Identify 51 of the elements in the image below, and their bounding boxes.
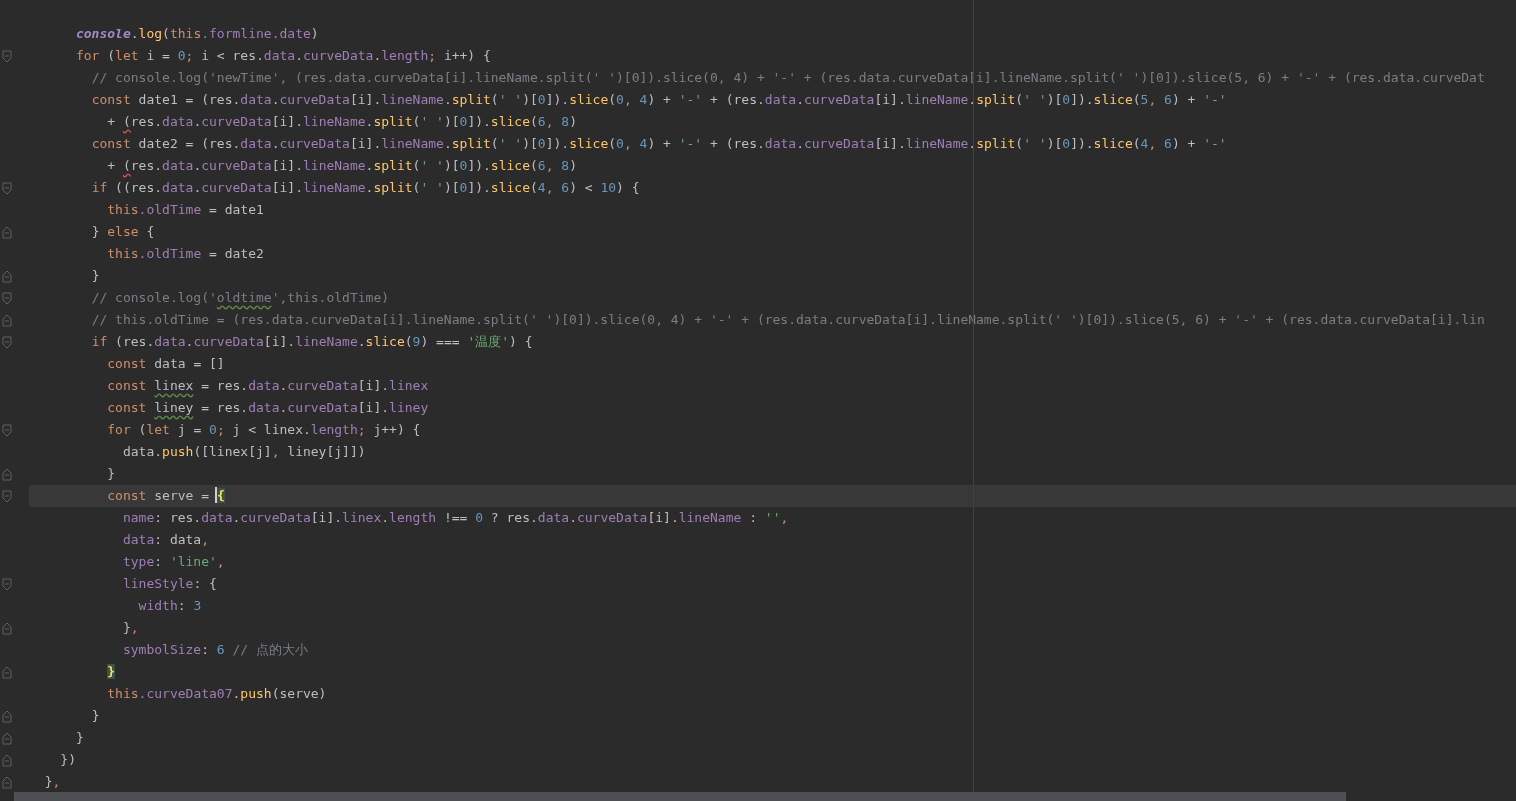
code-line: for (let j = 0; j < linex.length; j++) { xyxy=(106,421,422,439)
code-line: data.push([linex[j], liney[j]]) xyxy=(121,443,367,461)
fold-icon[interactable] xyxy=(2,313,12,327)
code-line: name: res.data.curveData[i].linex.length !== 0 ? res.data.curveData[i].lineName : '', xyxy=(121,509,790,527)
code-line: lineStyle: { xyxy=(121,575,218,593)
fold-icon[interactable] xyxy=(2,621,12,635)
fold-icon[interactable] xyxy=(2,577,12,591)
code-line: // console.log('oldtime',this.oldTime) xyxy=(90,289,391,307)
code-line: const linex = res.data.curveData[i].linex xyxy=(106,377,430,395)
code-line: const date2 = (res.data.curveData[i].lineName.split(' ')[0]).slice(0, 4) + '-' + (res.data.curveData[i].lineName.split(' ')[0]).slice(4, 6) + '-' xyxy=(90,135,1228,153)
fold-icon[interactable] xyxy=(2,467,12,481)
code-line: // this.oldTime = (res.data.curveData[i].lineName.split(' ')[0]).slice(0, 4) + '-' + (res.data.curveData[i].lineName.split(' ')[0]).slice(5, 6) + '-' + (res.data.curveData[i].lin xyxy=(90,311,1486,329)
code-line: // console.log('newTime', (res.data.curveData[i].lineName.split(' ')[0]).slice(0, 4) + '-' + (res.data.curveData[i].lineName.split(' ')[0]).slice(5, 6) + '-' + (res.data.curveDat xyxy=(90,69,1486,87)
fold-icon[interactable] xyxy=(2,49,12,63)
code-line: data: data, xyxy=(121,531,211,549)
scrollbar-thumb[interactable] xyxy=(14,792,1346,801)
fold-icon[interactable] xyxy=(2,423,12,437)
code-line: const liney = res.data.curveData[i].liney xyxy=(106,399,430,417)
code-line: }) xyxy=(59,751,77,769)
fold-icon[interactable] xyxy=(2,225,12,239)
fold-icon[interactable] xyxy=(2,181,12,195)
code-line: }, xyxy=(121,619,140,637)
code-line: } xyxy=(106,465,117,483)
code-line: if ((res.data.curveData[i].lineName.split(' ')[0]).slice(4, 6) < 10) { xyxy=(90,179,641,197)
code-line: } xyxy=(90,267,101,285)
fold-icon[interactable] xyxy=(2,753,12,767)
code-line: for (let i = 0; i < res.data.curveData.length; i++) { xyxy=(74,47,492,65)
code-line: }, xyxy=(43,773,62,791)
code-line: } xyxy=(74,729,85,747)
code-line: const data = [] xyxy=(106,355,226,373)
code-line: this.oldTime = date2 xyxy=(106,245,265,263)
code-line: console.log(this.formline.date) xyxy=(74,25,320,43)
code-line: width: 3 xyxy=(137,597,203,615)
code-line: + (res.data.curveData[i].lineName.split(' ')[0]).slice(6, 8) xyxy=(106,157,578,175)
fold-icon[interactable] xyxy=(2,665,12,679)
code-line: } else { xyxy=(90,223,156,241)
code-line: } xyxy=(90,707,101,725)
code-line: const date1 = (res.data.curveData[i].lineName.split(' ')[0]).slice(0, 4) + '-' + (res.data.curveData[i].lineName.split(' ')[0]).slice(5, 6) + '-' xyxy=(90,91,1228,109)
fold-icon[interactable] xyxy=(2,489,12,503)
code-line: if (res.data.curveData[i].lineName.slice(9) === '温度') { xyxy=(90,333,534,351)
code-line: + (res.data.curveData[i].lineName.split(' ')[0]).slice(6, 8) xyxy=(106,113,578,131)
fold-icon[interactable] xyxy=(2,709,12,723)
fold-icon[interactable] xyxy=(2,731,12,745)
fold-icon[interactable] xyxy=(2,335,12,349)
code-line: symbolSize: 6 // 点的大小 xyxy=(121,641,309,659)
code-line: this.oldTime = date1 xyxy=(106,201,265,219)
code-line: type: 'line', xyxy=(121,553,226,571)
fold-icon[interactable] xyxy=(2,291,12,305)
fold-icon[interactable] xyxy=(2,775,12,789)
code-line: this.curveData07.push(serve) xyxy=(106,685,328,703)
fold-icon[interactable] xyxy=(2,269,12,283)
